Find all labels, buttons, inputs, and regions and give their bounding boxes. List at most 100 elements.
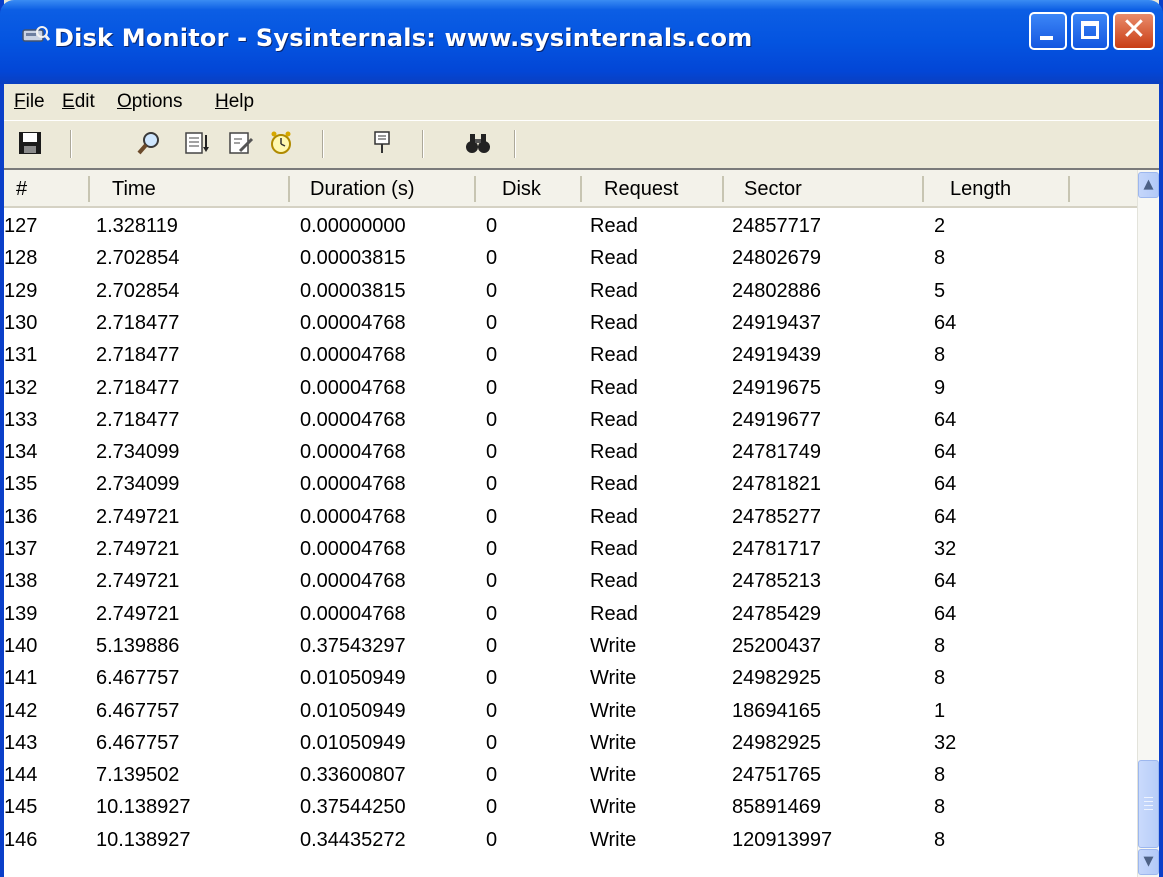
- autoscroll-icon[interactable]: [182, 129, 210, 157]
- magnifier-icon[interactable]: [136, 129, 164, 157]
- clear-icon[interactable]: [226, 129, 254, 157]
- row-index-cell: 134: [4, 441, 38, 464]
- row-disk-cell: 0: [486, 796, 498, 819]
- column-header-duration[interactable]: Duration (s): [310, 170, 414, 206]
- column-divider[interactable]: [922, 176, 924, 202]
- menu-help-accelerator: H: [215, 91, 229, 112]
- row-request-cell: Write: [590, 731, 637, 754]
- find-binoculars-icon[interactable]: [464, 129, 492, 157]
- menu-help[interactable]: Help: [215, 91, 254, 113]
- table-row[interactable]: 129 2.702854 0.00003815 0 Read 24802886 5: [4, 275, 1137, 307]
- close-button[interactable]: ✕: [1113, 12, 1155, 50]
- row-disk-cell: 0: [486, 215, 498, 237]
- row-disk-cell: 0: [486, 538, 498, 560]
- table-row[interactable]: 143 6.467757 0.01050949 0 Write 24982925 32: [4, 727, 1137, 759]
- vertical-scrollbar[interactable]: ▲ ▼: [1137, 170, 1159, 877]
- table-row[interactable]: 144 7.139502 0.33600807 0 Write 24751765 8: [4, 759, 1137, 791]
- table-row[interactable]: 134 2.734099 0.00004768 0 Read 24781749 64: [4, 436, 1137, 468]
- row-time-cell: 2.702854: [96, 279, 180, 302]
- row-sector-cell: 24982925: [732, 731, 821, 754]
- column-divider[interactable]: [88, 176, 90, 202]
- row-time-cell: 5.139886: [96, 634, 180, 657]
- table-row[interactable]: 127 1.328119 0.00000000 0 Read 24857717 2: [4, 210, 1137, 242]
- table-row[interactable]: 136 2.749721 0.00004768 0 Read 24785277 64: [4, 501, 1137, 533]
- table-row[interactable]: 141 6.467757 0.01050949 0 Write 24982925 8: [4, 662, 1137, 694]
- row-duration-cell: 0.00003815: [300, 247, 406, 270]
- column-header: # Time Duration (s) Disk Request Sector …: [4, 170, 1137, 208]
- row-time-cell: 2.749721: [96, 602, 180, 625]
- thumb-grip-line: [1144, 797, 1153, 798]
- row-time-cell: 6.467757: [96, 731, 180, 754]
- row-request-cell: Write: [590, 764, 637, 787]
- menu-options[interactable]: Options: [117, 91, 182, 113]
- column-divider[interactable]: [1068, 176, 1070, 202]
- event-list[interactable]: # Time Duration (s) Disk Request Sector …: [4, 168, 1159, 877]
- row-disk-cell: 0: [486, 376, 498, 399]
- row-index-cell: 139: [4, 602, 38, 625]
- row-request-cell: Read: [590, 376, 638, 399]
- row-duration-cell: 0.37544250: [300, 796, 406, 819]
- row-time-cell: 10.138927: [96, 796, 191, 819]
- row-duration-cell: 0.00004768: [300, 473, 406, 496]
- column-divider[interactable]: [474, 176, 476, 202]
- scroll-down-button[interactable]: ▼: [1138, 849, 1159, 875]
- table-row[interactable]: 146 10.138927 0.34435272 0 Write 120913997 8: [4, 824, 1137, 856]
- table-row[interactable]: 135 2.734099 0.00004768 0 Read 24781821 64: [4, 468, 1137, 500]
- row-sector-cell: 24919675: [732, 376, 821, 399]
- row-duration-cell: 0.01050949: [300, 731, 406, 754]
- row-index-cell: 132: [4, 376, 38, 399]
- row-duration-cell: 0.00004768: [300, 602, 406, 625]
- menu-edit[interactable]: Edit: [62, 91, 95, 113]
- timestamp-clock-icon[interactable]: [267, 129, 295, 157]
- table-row[interactable]: 132 2.718477 0.00004768 0 Read 24919675 9: [4, 372, 1137, 404]
- filter-icon[interactable]: [368, 129, 396, 157]
- table-row[interactable]: 128 2.702854 0.00003815 0 Read 24802679 8: [4, 242, 1137, 274]
- thumb-grip-line: [1144, 805, 1153, 806]
- table-row[interactable]: 138 2.749721 0.00004768 0 Read 24785213 64: [4, 565, 1137, 597]
- row-length-cell: 9: [934, 376, 946, 399]
- column-header-length[interactable]: Length: [950, 170, 1011, 206]
- column-divider[interactable]: [722, 176, 724, 202]
- scroll-up-button[interactable]: ▲: [1138, 172, 1159, 198]
- column-divider[interactable]: [580, 176, 582, 202]
- row-request-cell: Read: [590, 570, 638, 593]
- save-icon[interactable]: [16, 129, 44, 157]
- table-row[interactable]: 145 10.138927 0.37544250 0 Write 85891469 8: [4, 791, 1137, 823]
- chevron-down-icon: ▼: [1143, 854, 1154, 869]
- row-sector-cell: 85891469: [732, 796, 821, 819]
- chevron-up-icon: ▲: [1143, 177, 1154, 192]
- table-row[interactable]: 139 2.749721 0.00004768 0 Read 24785429 64: [4, 598, 1137, 630]
- maximize-button[interactable]: [1071, 12, 1109, 50]
- scroll-thumb[interactable]: [1138, 760, 1159, 848]
- row-index-cell: 142: [4, 699, 38, 722]
- minimize-button[interactable]: [1029, 12, 1067, 50]
- table-row[interactable]: 131 2.718477 0.00004768 0 Read 24919439 8: [4, 339, 1137, 371]
- row-time-cell: 2.702854: [96, 247, 180, 270]
- row-time-cell: 2.718477: [96, 408, 180, 431]
- menu-file[interactable]: File: [14, 91, 45, 113]
- row-disk-cell: 0: [486, 505, 498, 528]
- menu-edit-accelerator: E: [62, 91, 75, 112]
- row-index-cell: 137: [4, 538, 38, 560]
- column-header-time[interactable]: Time: [112, 170, 156, 206]
- column-header-request[interactable]: Request: [604, 170, 679, 206]
- title-bar[interactable]: Disk Monitor - Sysinternals: www.sysinte…: [0, 0, 1163, 84]
- column-header-index[interactable]: #: [16, 170, 27, 206]
- column-header-disk[interactable]: Disk: [502, 170, 541, 206]
- column-divider[interactable]: [288, 176, 290, 202]
- column-header-sector[interactable]: Sector: [744, 170, 802, 206]
- row-time-cell: 6.467757: [96, 667, 180, 690]
- table-row[interactable]: 142 6.467757 0.01050949 0 Write 18694165 1: [4, 695, 1137, 727]
- toolbar: [4, 120, 1159, 166]
- row-disk-cell: 0: [486, 634, 498, 657]
- row-sector-cell: 24857717: [732, 215, 821, 237]
- row-sector-cell: 24919437: [732, 311, 821, 334]
- table-row[interactable]: 137 2.749721 0.00004768 0 Read 24781717 32: [4, 533, 1137, 565]
- row-duration-cell: 0.37543297: [300, 634, 406, 657]
- table-row[interactable]: 130 2.718477 0.00004768 0 Read 24919437 64: [4, 307, 1137, 339]
- row-request-cell: Write: [590, 667, 637, 690]
- toolbar-separator: [422, 130, 424, 158]
- table-row[interactable]: 133 2.718477 0.00004768 0 Read 24919677 64: [4, 404, 1137, 436]
- table-row[interactable]: 140 5.139886 0.37543297 0 Write 25200437 8: [4, 630, 1137, 662]
- toolbar-separator: [514, 130, 516, 158]
